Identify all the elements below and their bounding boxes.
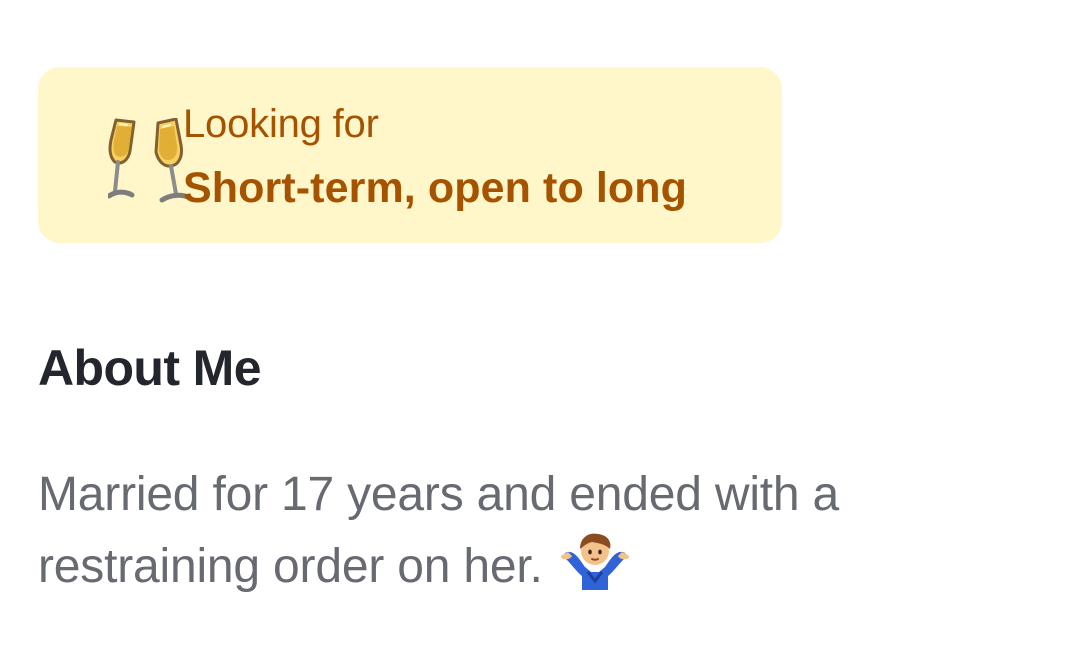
champagne-glasses-icon [108, 118, 190, 204]
about-me-text-block: Married for 17 years and ended with a re… [38, 461, 978, 601]
looking-for-value: Short-term, open to long [183, 164, 688, 212]
person-shrugging-icon [560, 529, 630, 593]
looking-for-card: Looking for Short-term, open to long [38, 67, 782, 243]
looking-for-label: Looking for [183, 102, 379, 146]
about-me-text: Married for 17 years and ended with a re… [38, 468, 840, 593]
about-me-title: About Me [38, 339, 262, 396]
profile-details: Looking for Short-term, open to long Abo… [0, 0, 1070, 654]
looking-for-text-group: Looking for Short-term, open to long [183, 100, 758, 214]
